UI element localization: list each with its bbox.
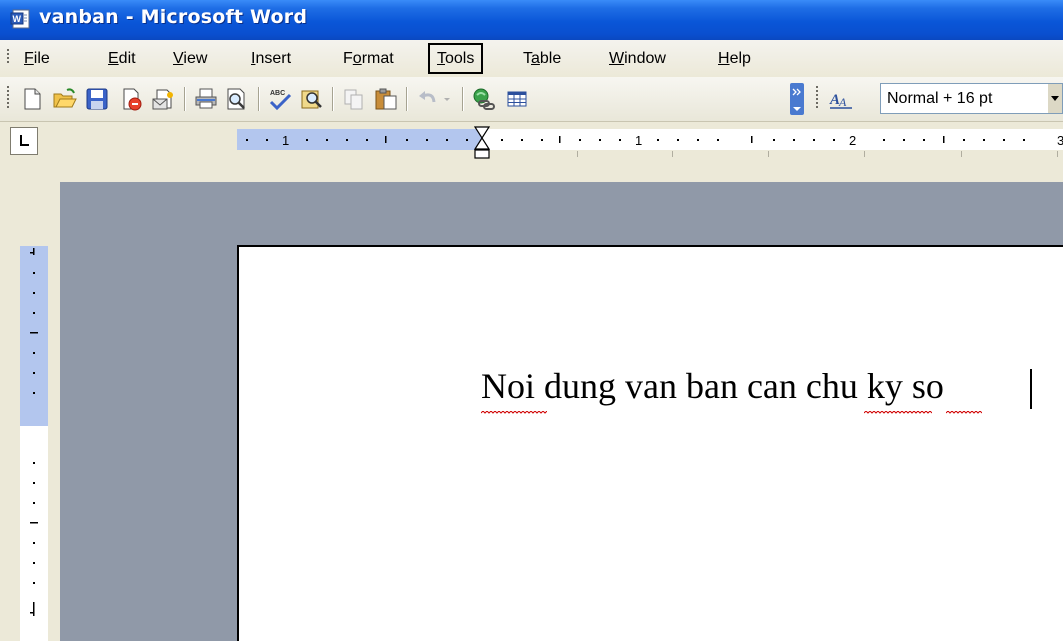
menu-insert[interactable]: Insert — [251, 40, 291, 77]
paste-icon[interactable] — [373, 86, 399, 112]
table-grid-icon[interactable] — [504, 86, 530, 112]
toolbar-separator — [332, 87, 334, 111]
undo-dropdown-icon[interactable] — [441, 86, 453, 112]
ruler-label: 3 — [1057, 133, 1063, 148]
styles-formatting-icon[interactable]: A A — [828, 86, 854, 112]
hyperlink-icon[interactable] — [471, 86, 497, 112]
vertical-ruler[interactable] — [20, 246, 48, 641]
toolbar-separator — [406, 87, 408, 111]
new-document-icon[interactable] — [19, 86, 45, 112]
menu-view[interactable]: View — [173, 40, 207, 77]
toolbar-grip[interactable] — [816, 86, 819, 110]
research-icon[interactable] — [299, 86, 325, 112]
document-page[interactable] — [237, 245, 1063, 641]
spelling-error-underline — [481, 411, 547, 414]
standard-toolbar: ABC A A Normal + 16 pt — [0, 77, 1063, 122]
menu-tools[interactable]: Tools — [428, 43, 484, 74]
ruler-label: 1 — [282, 133, 289, 148]
chevron-down-icon[interactable] — [1048, 84, 1062, 113]
word-doc-icon[interactable]: W — [10, 8, 32, 30]
menubar-grip[interactable] — [7, 49, 10, 65]
document-text[interactable]: Noi dung van ban can chu ky so — [481, 365, 944, 407]
menu-table[interactable]: Table — [523, 40, 561, 77]
text-cursor — [1030, 369, 1032, 409]
copy-icon[interactable] — [341, 86, 367, 112]
svg-text:W: W — [13, 14, 22, 24]
print-icon[interactable] — [193, 86, 219, 112]
undo-icon[interactable] — [415, 86, 441, 112]
toolbar-grip[interactable] — [7, 86, 10, 110]
menu-format[interactable]: Format — [343, 40, 394, 77]
toolbar-separator — [184, 87, 186, 111]
spelling-error-underline — [864, 411, 932, 414]
menu-file[interactable]: File — [24, 40, 50, 77]
style-value: Normal + 16 pt — [887, 90, 993, 107]
save-icon[interactable] — [84, 86, 110, 112]
ruler-area: 1 1 2 3 — [0, 122, 1063, 182]
ruler-label: 2 — [849, 133, 856, 148]
svg-text:A: A — [838, 95, 847, 109]
menu-edit[interactable]: Edit — [108, 40, 136, 77]
svg-text:ABC: ABC — [270, 90, 285, 97]
toolbar-separator — [462, 87, 464, 111]
toolbar-separator — [258, 87, 260, 111]
menu-bar: File Edit View Insert Format Tools Table… — [0, 40, 1063, 78]
ruler-label: 1 — [635, 133, 642, 148]
spelling-error-underline — [946, 411, 982, 414]
print-preview-icon[interactable] — [224, 86, 250, 112]
horizontal-ruler[interactable]: 1 1 2 3 — [237, 122, 1063, 162]
title-bar[interactable]: W vanban - Microsoft Word — [0, 0, 1063, 40]
email-icon[interactable] — [151, 86, 177, 112]
spelling-grammar-icon[interactable]: ABC — [267, 86, 293, 112]
document-workspace: Noi dung van ban can chu ky so — [0, 182, 1063, 641]
open-folder-icon[interactable] — [52, 86, 78, 112]
style-dropdown[interactable]: Normal + 16 pt — [880, 83, 1063, 114]
tab-selector[interactable] — [10, 127, 38, 155]
window-title: vanban - Microsoft Word — [39, 6, 308, 28]
permission-icon[interactable] — [119, 86, 145, 112]
menu-window[interactable]: Window — [609, 40, 666, 77]
menu-help[interactable]: Help — [718, 40, 751, 77]
toolbar-options-icon[interactable] — [790, 83, 804, 115]
